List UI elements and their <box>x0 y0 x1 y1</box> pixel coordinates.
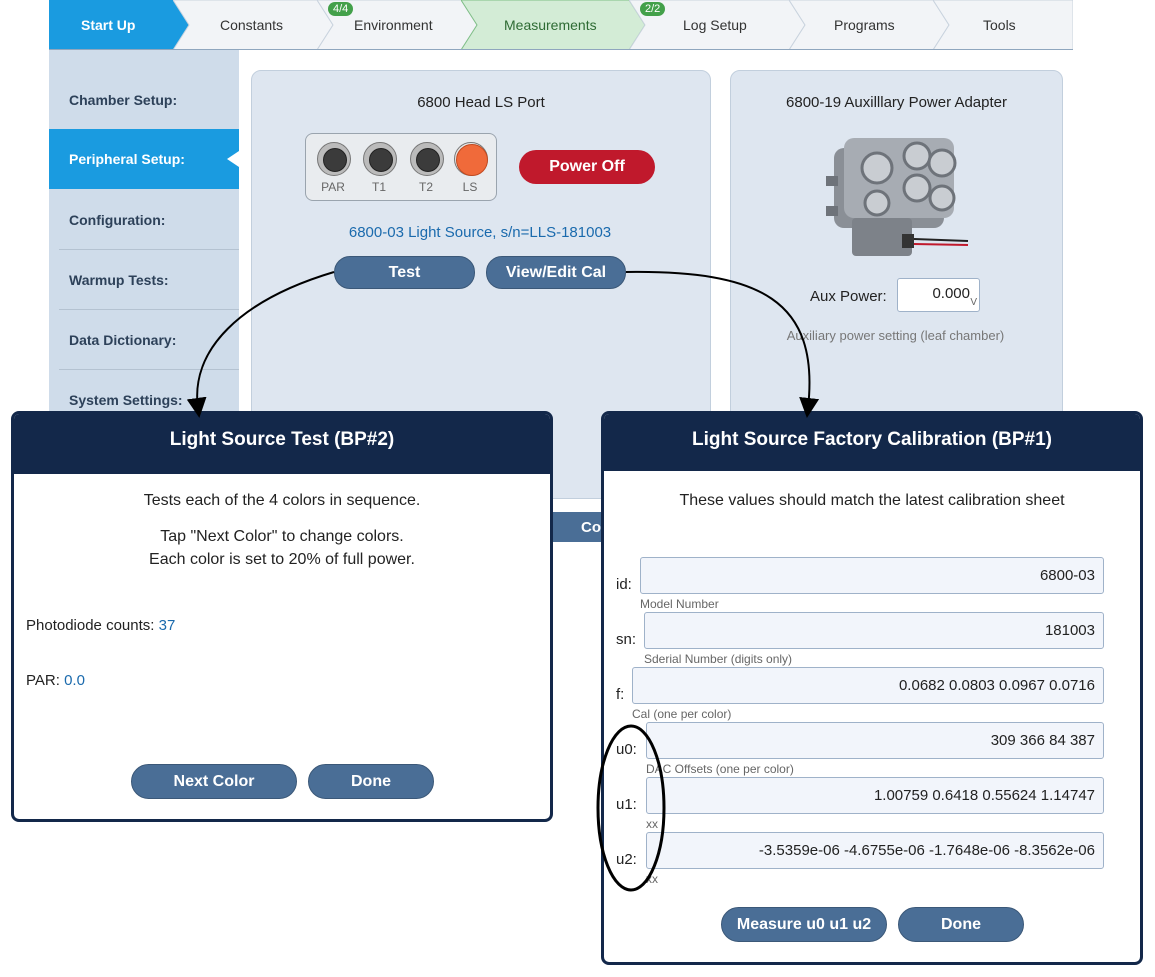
port-t1[interactable] <box>363 142 397 176</box>
cal-field-label: u2: <box>616 851 637 868</box>
port-socket-icon <box>416 148 440 172</box>
serial-number-field[interactable]: 181003 <box>644 612 1104 649</box>
port-ls[interactable] <box>454 142 488 176</box>
dialog-description: Tests each of the 4 colors in sequence. <box>143 492 421 509</box>
light-source-link[interactable]: 6800-03 Light Source, s/n=LLS-181003 <box>251 224 709 241</box>
aux-power-value: 0.000 <box>932 285 970 302</box>
hidden-button[interactable]: Co <box>552 512 604 542</box>
port-label: LS <box>462 180 478 194</box>
photodiode-label-text: Photodiode counts: <box>26 617 155 634</box>
sidebar-item-configuration[interactable]: Configuration: <box>49 190 239 250</box>
dialog-title: Light Source Factory Calibration (BP#1) <box>604 414 1140 471</box>
port-connector: PAR T1 T2 LS <box>305 133 497 201</box>
sidebar-item-label: System Settings: <box>69 392 183 408</box>
par-value: 0.0 <box>64 672 85 689</box>
sidebar-item-peripheral-setup[interactable]: Peripheral Setup: <box>49 129 239 189</box>
port-label: T1 <box>371 180 386 194</box>
sidebar: Chamber Setup: Peripheral Setup: Configu… <box>49 50 239 420</box>
port-socket-icon <box>323 148 347 172</box>
cal-field-label: u0: <box>616 741 637 758</box>
photodiode-label: Photodiode counts: 37 <box>26 617 175 634</box>
cal-field-help: Sderial Number (digits only) <box>644 652 793 666</box>
cal-field-help: Model Number <box>640 597 719 611</box>
par-label: PAR: 0.0 <box>26 672 85 689</box>
dialog-description: These values should match the latest cal… <box>679 492 1065 509</box>
tab-programs[interactable]: Programs <box>789 0 949 50</box>
port-t2[interactable] <box>410 142 444 176</box>
sidebar-item-label: Peripheral Setup: <box>69 151 185 167</box>
cal-f-field[interactable]: 0.0682 0.0803 0.0967 0.0716 <box>632 667 1104 704</box>
sidebar-item-data-dictionary[interactable]: Data Dictionary: <box>49 310 239 370</box>
cal-field-label: f: <box>616 686 625 703</box>
cal-field-label: sn: <box>616 631 637 648</box>
aux-power-input[interactable]: 0.000 V <box>897 278 980 312</box>
cal-u2-field[interactable]: -3.5359e-06 -4.6755e-06 -1.7648e-06 -8.3… <box>646 832 1104 869</box>
light-source-test-dialog: Light Source Test (BP#2) Tests each of t… <box>11 411 553 822</box>
cal-field-label: u1: <box>616 796 637 813</box>
cal-field-help: DAC Offsets (one per color) <box>646 762 794 776</box>
done-button[interactable]: Done <box>308 764 434 799</box>
cal-field-help: xx <box>646 872 658 886</box>
panel-title: 6800 Head LS Port <box>417 94 545 111</box>
cal-field-help: xx <box>646 817 658 831</box>
port-label: T2 <box>418 180 433 194</box>
port-par[interactable] <box>317 142 351 176</box>
done-button[interactable]: Done <box>898 907 1024 942</box>
tab-label: Constants <box>220 17 284 33</box>
tab-badge: 2/2 <box>640 2 666 16</box>
dialog-instruction: Each color is set to 20% of full power. <box>149 551 415 568</box>
top-navigation: Start Up Constants 4/4 Environment Measu… <box>49 0 1073 50</box>
next-color-button[interactable]: Next Color <box>131 764 297 799</box>
tab-measurements[interactable]: Measurements <box>461 0 645 50</box>
sidebar-item-label: Configuration: <box>69 212 166 228</box>
tab-environment[interactable]: 4/4 Environment <box>317 0 477 50</box>
aux-power-adapter-image <box>826 138 969 256</box>
aux-power-label: Aux Power: <box>810 288 887 305</box>
tab-constants[interactable]: Constants <box>173 0 333 50</box>
cal-u1-field[interactable]: 1.00759 0.6418 0.55624 1.14747 <box>646 777 1104 814</box>
sidebar-item-chamber-setup[interactable]: Chamber Setup: <box>49 70 239 130</box>
cal-field-label: id: <box>616 576 632 593</box>
port-label: PAR <box>321 180 345 194</box>
power-off-button[interactable]: Power Off <box>519 150 655 184</box>
factory-calibration-dialog: Light Source Factory Calibration (BP#1) … <box>601 411 1143 965</box>
dialog-title: Light Source Test (BP#2) <box>14 414 550 474</box>
dialog-instruction: Tap "Next Color" to change colors. <box>160 528 404 545</box>
test-button[interactable]: Test <box>334 256 475 289</box>
par-label-text: PAR: <box>26 672 60 689</box>
cal-field-help: Cal (one per color) <box>632 707 732 721</box>
sidebar-item-label: Warmup Tests: <box>69 272 169 288</box>
aux-power-unit: V <box>970 297 977 308</box>
model-number-field[interactable]: 6800-03 <box>640 557 1104 594</box>
tab-label: Start Up <box>81 17 136 33</box>
tab-label: Measurements <box>504 17 597 33</box>
sidebar-item-label: Data Dictionary: <box>69 332 177 348</box>
tab-label: Programs <box>834 17 895 33</box>
tab-start-up[interactable]: Start Up <box>49 0 189 50</box>
tab-tools[interactable]: Tools <box>933 0 1073 50</box>
panel-title: 6800-19 Auxilllary Power Adapter <box>786 94 1007 111</box>
port-socket-icon <box>456 144 488 176</box>
selected-pointer-icon <box>227 151 239 167</box>
sidebar-item-warmup-tests[interactable]: Warmup Tests: <box>49 250 239 310</box>
measure-u0-u1-u2-button[interactable]: Measure u0 u1 u2 <box>721 907 887 942</box>
tab-log-setup[interactable]: 2/2 Log Setup <box>629 0 805 50</box>
tab-label: Log Setup <box>683 17 747 33</box>
tab-badge: 4/4 <box>328 2 354 16</box>
sidebar-item-label: Chamber Setup: <box>69 92 178 108</box>
tab-label: Tools <box>983 17 1016 33</box>
hidden-button-label: Co <box>581 519 601 536</box>
photodiode-value: 37 <box>158 617 176 634</box>
tab-label: Environment <box>354 17 433 33</box>
view-edit-cal-button[interactable]: View/Edit Cal <box>486 256 626 289</box>
port-socket-icon <box>369 148 393 172</box>
cal-u0-field[interactable]: 309 366 84 387 <box>646 722 1104 759</box>
aux-power-help: Auxiliary power setting (leaf chamber) <box>786 328 1005 343</box>
